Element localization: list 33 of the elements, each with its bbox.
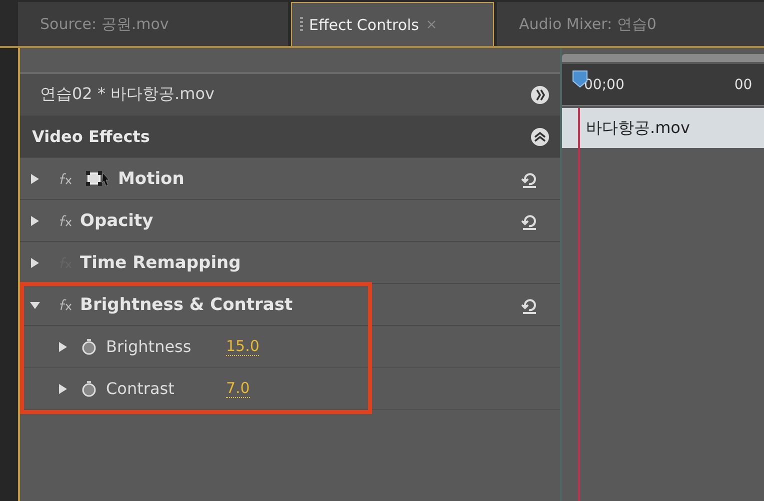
effect-row[interactable]: Motion bbox=[20, 158, 560, 200]
expand-triangle-icon[interactable] bbox=[58, 342, 68, 352]
collapse-triangle-icon[interactable] bbox=[30, 300, 40, 310]
parameter-name: Brightness bbox=[106, 337, 192, 356]
parameter-name: Contrast bbox=[106, 379, 176, 398]
parameter-value[interactable]: 7.0 bbox=[226, 379, 250, 398]
expand-triangle-icon[interactable] bbox=[30, 258, 40, 268]
panel-tab[interactable]: Effect Controls bbox=[291, 2, 494, 46]
stopwatch-icon[interactable] bbox=[82, 380, 96, 396]
effect-row[interactable]: Time Remapping bbox=[20, 242, 560, 284]
time-ruler[interactable]: 00;00 00 bbox=[562, 64, 764, 106]
sequence-clip-name: 연습02 * 바다항공.mov bbox=[40, 84, 214, 105]
panel-tab[interactable]: Source: 공원.mov bbox=[18, 2, 288, 46]
effect-name: Opacity bbox=[80, 210, 154, 230]
effect-row[interactable]: Opacity bbox=[20, 200, 560, 242]
parameter-value[interactable]: 15.0 bbox=[226, 337, 260, 356]
clip-name: 바다항공.mov bbox=[586, 118, 690, 138]
timecode-label: 00 bbox=[734, 76, 752, 92]
expand-triangle-icon[interactable] bbox=[30, 216, 40, 226]
timecode-label: 00;00 bbox=[584, 76, 624, 92]
stopwatch-icon[interactable] bbox=[82, 338, 96, 354]
effect-row[interactable]: Brightness & Contrast bbox=[20, 284, 560, 326]
drag-grip-icon bbox=[300, 16, 304, 32]
expand-triangle-icon[interactable] bbox=[58, 384, 68, 394]
zoom-scrollbar[interactable] bbox=[562, 54, 764, 62]
show-timeline-button[interactable] bbox=[530, 84, 550, 104]
effect-name: Brightness & Contrast bbox=[80, 294, 293, 314]
panel-tab[interactable]: Audio Mixer: 연습0 bbox=[497, 2, 764, 46]
effect-name: Motion bbox=[118, 168, 184, 188]
expand-triangle-icon[interactable] bbox=[30, 174, 40, 184]
section-title: Video Effects bbox=[32, 127, 150, 146]
effect-name: Time Remapping bbox=[80, 252, 241, 272]
collapse-icon[interactable] bbox=[530, 126, 550, 146]
